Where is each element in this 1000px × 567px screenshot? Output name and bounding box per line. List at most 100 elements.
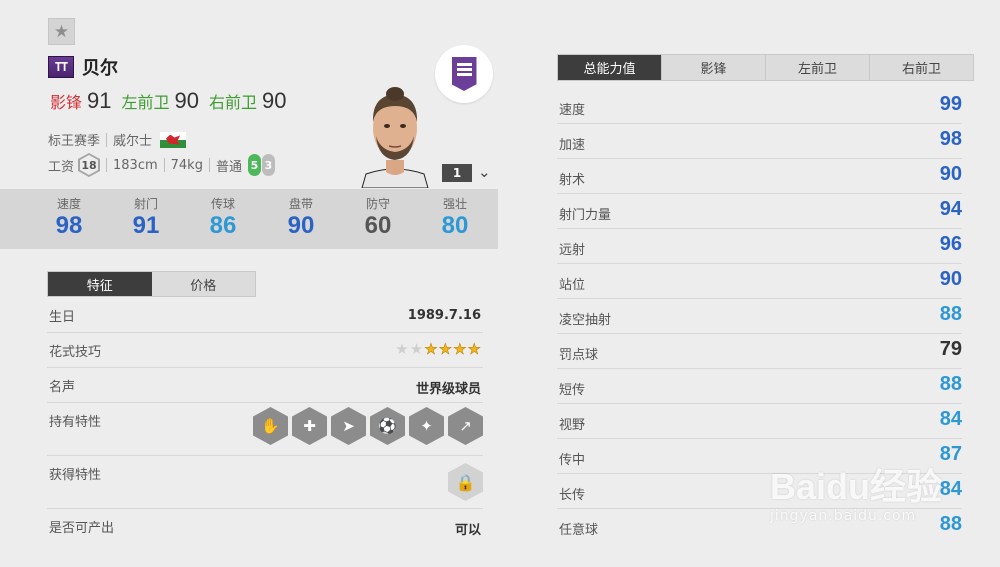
property-label: 持有特性 [49, 415, 102, 430]
property-label: 生日 [49, 310, 76, 325]
right-tab-bar: 总能力值 影锋 左前卫 右前卫 [557, 54, 974, 81]
attribute-name: 加速 [559, 138, 586, 153]
speed-dribbler-icon[interactable]: ➤ [331, 407, 366, 445]
stat-value: 86 [209, 212, 237, 239]
property-label: 花式技巧 [49, 345, 102, 360]
summary-stat: 盘带 90 [271, 195, 331, 240]
stat-value: 90 [287, 212, 315, 239]
player-info-line-1: 标王赛季 威尔士 [48, 130, 187, 149]
attribute-row: 视野 84 [557, 404, 962, 439]
trait-list: ✋ ✚ ➤ ⚽ ✦ ↗ [253, 407, 483, 445]
player-name: 贝尔 [82, 58, 118, 79]
star-empty-icon: ★ [395, 340, 409, 358]
position-value: 91 [87, 88, 112, 113]
star-filled-icon: ★ [424, 340, 438, 359]
tab-lm[interactable]: 左前卫 [765, 55, 869, 80]
star-filled-icon: ★ [453, 340, 467, 359]
club-shield-icon [451, 57, 477, 91]
property-label: 是否可产出 [49, 521, 115, 536]
attribute-row: 传中 87 [557, 439, 962, 474]
stat-label: 强壮 [442, 197, 467, 211]
attribute-value: 88 [939, 303, 962, 325]
flair-icon[interactable]: ✦ [409, 407, 444, 445]
attribute-name: 站位 [559, 278, 586, 293]
tab-cf[interactable]: 影锋 [661, 55, 765, 80]
property-value: 世界级球员 [415, 382, 481, 397]
property-row-traits: 持有特性 ✋ ✚ ➤ ⚽ ✦ ↗ [47, 403, 483, 456]
long-throw-icon[interactable]: ✋ [253, 407, 288, 445]
attribute-row: 远射 96 [557, 229, 962, 264]
position-value: 90 [262, 88, 287, 113]
season-name: 标王赛季 [48, 134, 101, 149]
attribute-name: 任意球 [559, 523, 599, 538]
skill-stars: ★ ★ ★ ★ ★ ★ [395, 340, 481, 359]
body-type: 普通 [215, 159, 242, 175]
property-row-reputation: 名声 世界级球员 [47, 368, 483, 403]
position-value: 90 [174, 88, 199, 113]
star-filled-icon: ★ [467, 340, 481, 359]
attribute-name: 凌空抽射 [559, 313, 612, 328]
attribute-name: 短传 [559, 383, 586, 398]
divider [106, 132, 108, 147]
player-header: TT 贝尔 [48, 54, 118, 80]
divider [208, 158, 210, 172]
star-empty-icon: ★ [409, 340, 424, 358]
summary-stats-bar: 速度 98 射门 91 传球 86 盘带 90 防守 60 强壮 80 [0, 189, 498, 249]
attribute-value: 84 [939, 478, 962, 500]
stat-value: 91 [132, 212, 160, 239]
tab-rm[interactable]: 右前卫 [869, 55, 973, 80]
power-header-icon[interactable]: ⚽ [370, 407, 405, 445]
attribute-value: 84 [939, 408, 962, 430]
nationality: 威尔士 [113, 134, 153, 149]
attribute-name: 视野 [559, 418, 586, 433]
attribute-row: 短传 88 [557, 369, 962, 404]
injury-prone-icon[interactable]: ✚ [292, 407, 327, 445]
attribute-name: 射术 [559, 173, 586, 188]
position-rating: 左前卫 90 [122, 88, 200, 114]
summary-stat: 强壮 80 [425, 195, 485, 240]
star-filled-icon: ★ [438, 340, 453, 359]
summary-stat: 传球 86 [193, 195, 253, 240]
position-ratings: 影锋 91 左前卫 90 右前卫 90 [50, 88, 287, 114]
attribute-row: 速度 99 [557, 89, 962, 124]
stat-value: 80 [441, 212, 469, 239]
attribute-row: 凌空抽射 88 [557, 299, 962, 334]
attribute-row: 加速 98 [557, 124, 962, 159]
weak-foot-icon: 5 [247, 154, 261, 176]
attribute-value: 90 [939, 163, 962, 185]
attribute-name: 传中 [559, 453, 586, 468]
property-label: 获得特性 [49, 468, 102, 483]
attribute-value: 88 [939, 373, 962, 395]
favorite-star-button[interactable]: ★ [48, 18, 75, 45]
attribute-value: 79 [939, 338, 962, 360]
stat-value: 60 [364, 212, 392, 239]
stat-label: 射门 [133, 197, 158, 211]
outside-foot-shot-icon[interactable]: ↗ [448, 407, 483, 445]
wales-flag-icon [160, 131, 187, 148]
chevron-down-icon[interactable]: ⌄ [478, 163, 491, 181]
position-label: 左前卫 [121, 93, 170, 112]
player-portrait [356, 86, 434, 188]
position-label: 右前卫 [209, 93, 258, 112]
player-info-line-2: 工资 18 183cm 74kg 普通 5 3 [48, 153, 275, 177]
tab-price[interactable]: 价格 [151, 272, 255, 296]
attribute-value: 99 [939, 93, 962, 115]
attribute-row: 射门力量 94 [557, 194, 962, 229]
property-row-birthday: 生日 1989.7.16 [47, 298, 483, 333]
star-icon: ★ [53, 21, 70, 42]
position-rating: 影锋 91 [50, 88, 112, 114]
attribute-name: 罚点球 [559, 348, 599, 363]
level-selector[interactable]: 1 [442, 164, 472, 182]
stat-label: 传球 [210, 197, 235, 211]
tab-traits[interactable]: 特征 [48, 272, 152, 296]
attribute-row: 罚点球 79 [557, 334, 962, 369]
attribute-value: 87 [939, 443, 962, 465]
property-row-tradable: 是否可产出 可以 [47, 509, 483, 544]
property-value: 1989.7.16 [407, 308, 481, 323]
summary-stat: 速度 98 [39, 195, 99, 240]
strong-foot-icon: 3 [261, 154, 275, 176]
stat-label: 速度 [56, 197, 81, 211]
stat-value: 98 [55, 212, 83, 239]
tab-overall[interactable]: 总能力值 [558, 55, 661, 80]
divider [106, 158, 108, 172]
